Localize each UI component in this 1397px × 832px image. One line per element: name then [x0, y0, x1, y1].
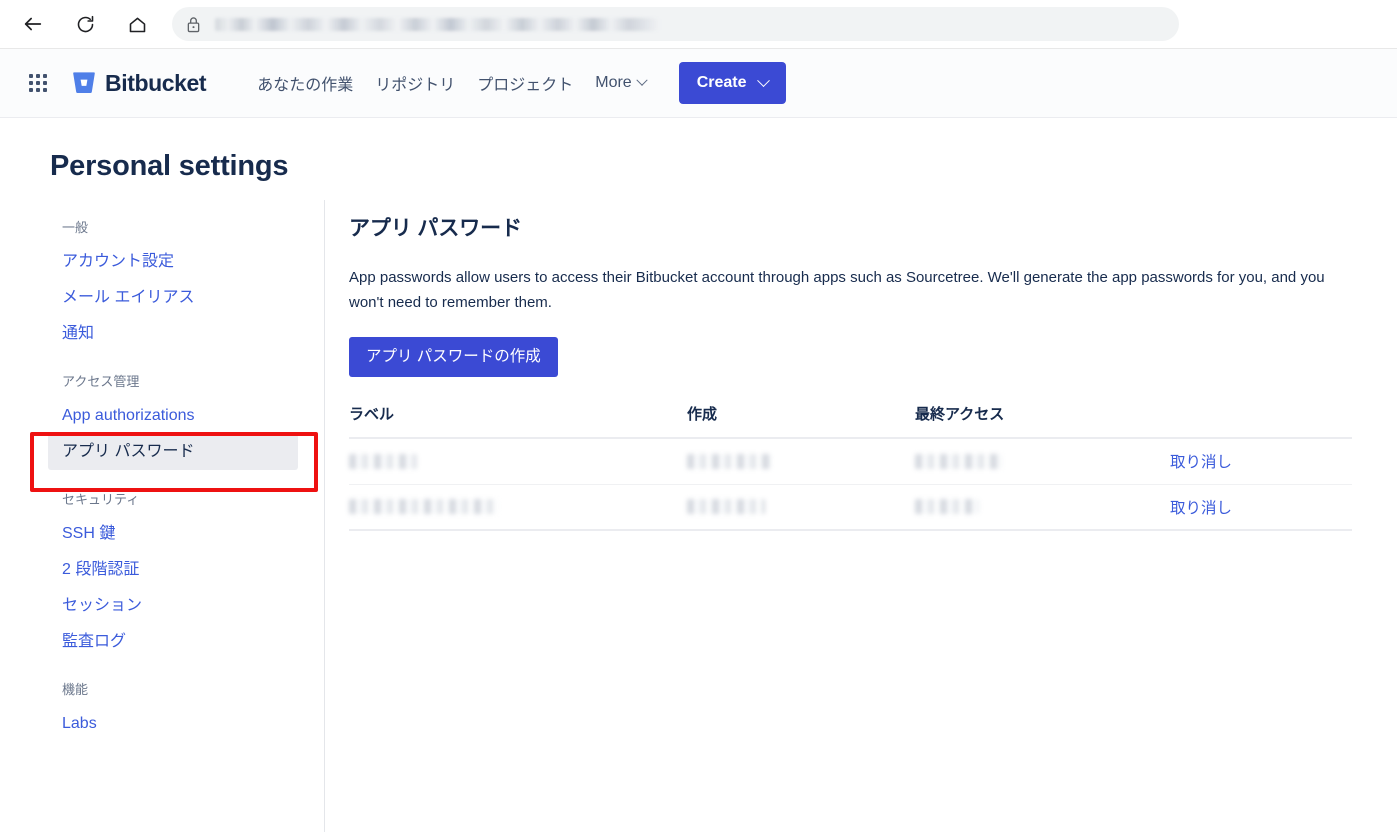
table-row: 取り消し	[349, 438, 1352, 484]
settings-sidebar: 一般 アカウント設定 メール エイリアス 通知 アクセス管理 App autho…	[0, 212, 324, 756]
cell-last-accessed	[915, 438, 1170, 484]
cell-action: 取り消し	[1170, 484, 1352, 530]
nav-link-your-work[interactable]: あなたの作業	[246, 63, 364, 103]
redacted-value	[915, 454, 1003, 469]
redacted-value	[349, 454, 417, 469]
sidebar-item-account-settings[interactable]: アカウント設定	[0, 244, 324, 280]
chevron-down-icon	[757, 74, 770, 87]
reload-icon[interactable]	[68, 7, 102, 41]
sidebar-item-email-aliases[interactable]: メール エイリアス	[0, 280, 324, 316]
nav-link-repositories[interactable]: リポジトリ	[364, 63, 466, 103]
column-header-label: ラベル	[349, 403, 687, 438]
sidebar-group-features: 機能 Labs	[0, 674, 324, 742]
sidebar-group-security: セキュリティ SSH 鍵 2 段階認証 セッション 監査ログ	[0, 484, 324, 660]
sidebar-item-sessions[interactable]: セッション	[0, 588, 324, 624]
home-icon[interactable]	[120, 7, 154, 41]
nav-link-more-label: More	[595, 74, 631, 92]
sidebar-group-general: 一般 アカウント設定 メール エイリアス 通知	[0, 212, 324, 352]
revoke-link[interactable]: 取り消し	[1170, 500, 1232, 517]
create-button-label: Create	[697, 74, 747, 92]
table-header-row: ラベル 作成 最終アクセス	[349, 403, 1352, 438]
table-row: 取り消し	[349, 484, 1352, 530]
cell-created	[687, 484, 915, 530]
sidebar-group-access-management: アクセス管理 App authorizations アプリ パスワード	[0, 366, 324, 470]
main-content: アプリ パスワード App passwords allow users to a…	[349, 212, 1352, 531]
nav-link-projects-label: プロジェクト	[477, 71, 573, 95]
bitbucket-logo-icon	[72, 72, 96, 94]
column-header-last-accessed: 最終アクセス	[915, 403, 1170, 438]
sidebar-item-two-step-verification[interactable]: 2 段階認証	[0, 552, 324, 588]
sidebar-item-ssh-keys[interactable]: SSH 鍵	[0, 516, 324, 552]
create-button[interactable]: Create	[679, 62, 786, 104]
sidebar-heading-features: 機能	[0, 674, 324, 706]
browser-toolbar	[0, 0, 1397, 49]
redacted-value	[687, 454, 772, 469]
sidebar-item-audit-log[interactable]: 監査ログ	[0, 624, 324, 660]
sidebar-item-app-passwords[interactable]: アプリ パスワード	[48, 434, 298, 470]
cell-action: 取り消し	[1170, 438, 1352, 484]
redacted-value	[349, 499, 499, 514]
column-header-created: 作成	[687, 403, 915, 438]
revoke-link[interactable]: 取り消し	[1170, 454, 1232, 471]
section-title: アプリ パスワード	[349, 212, 1352, 242]
sidebar-divider	[324, 200, 325, 832]
app-passwords-table: ラベル 作成 最終アクセス 取り消し	[349, 403, 1352, 531]
chevron-down-icon	[636, 75, 647, 86]
url-bar[interactable]	[172, 7, 1179, 41]
nav-link-more[interactable]: More	[584, 66, 656, 100]
bitbucket-logo[interactable]: Bitbucket	[72, 70, 206, 97]
sidebar-item-notifications[interactable]: 通知	[0, 316, 324, 352]
cell-created	[687, 438, 915, 484]
sidebar-heading-access-management: アクセス管理	[0, 366, 324, 398]
nav-link-repositories-label: リポジトリ	[375, 71, 455, 95]
app-switcher-grid-icon[interactable]	[24, 69, 52, 97]
page-title: Personal settings	[50, 150, 288, 183]
column-header-actions	[1170, 403, 1352, 438]
bitbucket-logo-text: Bitbucket	[105, 70, 206, 97]
lock-icon	[186, 16, 201, 33]
nav-link-projects[interactable]: プロジェクト	[466, 63, 584, 103]
section-description: App passwords allow users to access thei…	[349, 265, 1345, 315]
sidebar-heading-general: 一般	[0, 212, 324, 244]
back-arrow-icon[interactable]	[16, 7, 50, 41]
bitbucket-top-navigation: Bitbucket あなたの作業 リポジトリ プロジェクト More Creat…	[0, 49, 1397, 118]
redacted-value	[687, 499, 765, 514]
sidebar-heading-security: セキュリティ	[0, 484, 324, 516]
redacted-value	[915, 499, 979, 514]
sidebar-item-labs[interactable]: Labs	[0, 706, 324, 742]
nav-link-your-work-label: あなたの作業	[257, 71, 353, 95]
cell-last-accessed	[915, 484, 1170, 530]
url-text-redacted	[215, 18, 660, 31]
sidebar-item-app-authorizations[interactable]: App authorizations	[0, 398, 324, 434]
create-app-password-button[interactable]: アプリ パスワードの作成	[349, 337, 558, 377]
cell-label	[349, 484, 687, 530]
cell-label	[349, 438, 687, 484]
